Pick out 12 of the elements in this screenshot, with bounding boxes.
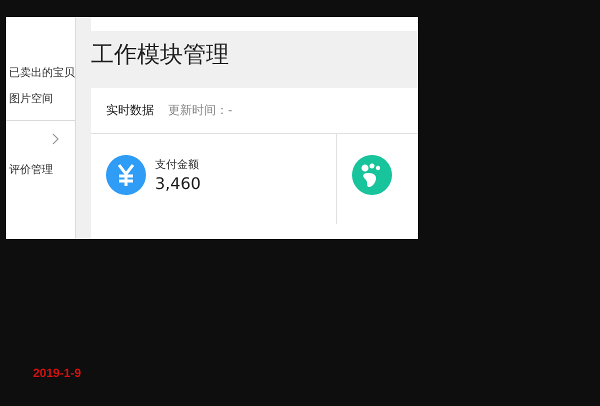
- date-text: 2019-1-9: [33, 366, 82, 380]
- sidebar-item[interactable]: 图片空间: [6, 86, 75, 112]
- sidebar-item[interactable]: 评价管理: [6, 157, 75, 183]
- update-time: 更新时间：-: [168, 102, 232, 119]
- page-title: 工作模块管理: [91, 41, 230, 70]
- yuan-icon: [106, 155, 146, 195]
- stat-label: 支付金额: [155, 157, 200, 172]
- card-title: 实时数据: [106, 102, 154, 119]
- footprint-icon: [352, 155, 392, 195]
- stat-value: 3,460: [155, 174, 201, 193]
- sidebar-item[interactable]: 已卖出的宝贝: [6, 60, 75, 86]
- chevron-icon[interactable]: [52, 133, 59, 145]
